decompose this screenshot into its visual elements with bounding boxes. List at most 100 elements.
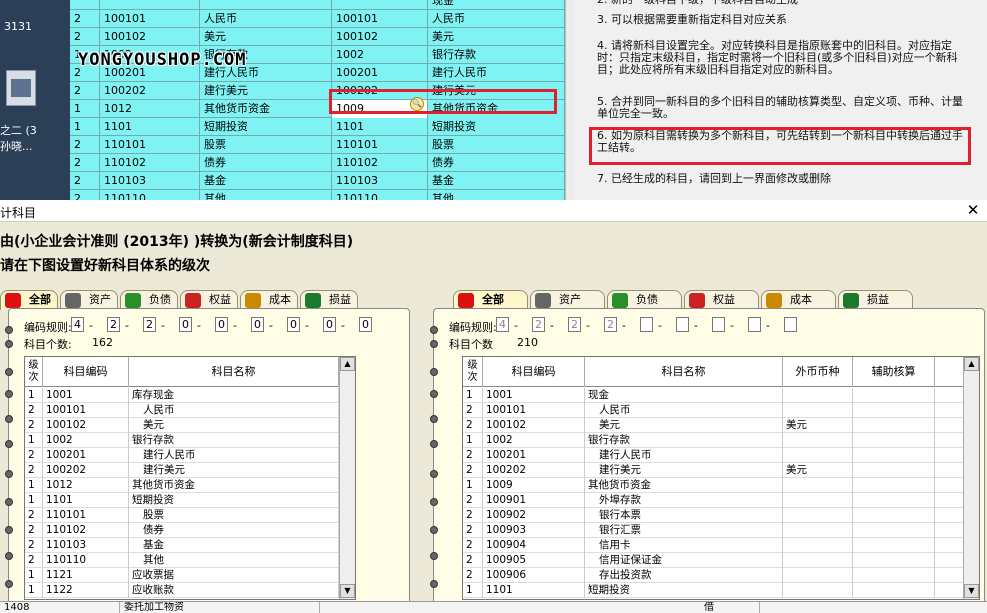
- tab-liabilities[interactable]: 负债: [120, 290, 178, 310]
- code-rule-input[interactable]: 0: [251, 317, 264, 332]
- table-row[interactable]: 2 100202 建行美元: [25, 463, 339, 478]
- table-row[interactable]: 2 100906 存出投资款: [463, 568, 963, 583]
- table-row[interactable]: 1 1122 应收账款: [25, 583, 339, 598]
- table-cell: 100201: [483, 448, 585, 463]
- code-rule-input[interactable]: 2: [568, 317, 581, 332]
- table-row[interactable]: 2 100202 建行美元 美元: [463, 463, 963, 478]
- grid-cell[interactable]: 100201: [332, 64, 428, 82]
- scroll-up-icon[interactable]: ▲: [964, 357, 979, 371]
- column-header[interactable]: 科目名称: [585, 357, 783, 387]
- code-rule-input[interactable]: 2: [107, 317, 120, 332]
- grid-row[interactable]: 2 110103 基金 110103 基金: [70, 172, 565, 190]
- code-rule-input[interactable]: [748, 317, 761, 332]
- tab-all[interactable]: 全部: [0, 290, 58, 310]
- table-row[interactable]: 1 1012 其他货币资金: [25, 478, 339, 493]
- table-row[interactable]: 1 1101 短期投资: [463, 583, 963, 598]
- grid-cell[interactable]: 100101: [332, 10, 428, 28]
- tab-assets[interactable]: 资产: [60, 290, 118, 310]
- table-row[interactable]: 2 100201 建行人民币: [463, 448, 963, 463]
- code-rule-input[interactable]: 0: [359, 317, 372, 332]
- tab-all[interactable]: 全部: [453, 290, 528, 310]
- table-row[interactable]: 1 1001 现金: [463, 388, 963, 403]
- table-row[interactable]: 1 1121 应收票据: [25, 568, 339, 583]
- tab-liabilities[interactable]: 负债: [607, 290, 682, 310]
- code-rule-input[interactable]: 2: [532, 317, 545, 332]
- table-row[interactable]: 2 100904 信用卡: [463, 538, 963, 553]
- code-rule-input[interactable]: 0: [215, 317, 228, 332]
- code-rule-input[interactable]: [676, 317, 689, 332]
- tab-equity[interactable]: 权益: [180, 290, 238, 310]
- column-header[interactable]: 级次: [25, 357, 43, 387]
- code-rule-input[interactable]: 2: [604, 317, 617, 332]
- scroll-down-icon[interactable]: ▼: [340, 584, 355, 598]
- vertical-scrollbar[interactable]: ▲ ▼: [339, 357, 355, 599]
- column-header[interactable]: 外币币种: [783, 357, 853, 387]
- grid-row[interactable]: 2 100202 建行美元 100202 建行美元: [70, 82, 565, 100]
- table-row[interactable]: 2 100905 信用证保证金: [463, 553, 963, 568]
- grid-cell[interactable]: 110110: [332, 190, 428, 200]
- table-row[interactable]: 1 1002 银行存款: [463, 433, 963, 448]
- grid-cell[interactable]: 1002: [332, 46, 428, 64]
- column-header[interactable]: 科目名称: [129, 357, 339, 387]
- column-header[interactable]: 辅助核算: [853, 357, 935, 387]
- tab-cost[interactable]: 成本: [761, 290, 836, 310]
- grid-cell[interactable]: 1101: [332, 118, 428, 136]
- table-row[interactable]: 2 110103 基金: [25, 538, 339, 553]
- grid-cell[interactable]: 100102: [332, 28, 428, 46]
- column-header[interactable]: 科目编码: [43, 357, 129, 387]
- table-row[interactable]: 2 110110 其他: [25, 553, 339, 568]
- grid-cell[interactable]: 110103: [332, 172, 428, 190]
- code-rule-input[interactable]: 0: [287, 317, 300, 332]
- table-row[interactable]: 2 100201 建行人民币: [25, 448, 339, 463]
- vertical-scrollbar[interactable]: ▲ ▼: [963, 357, 979, 599]
- table-row[interactable]: 1 1009 其他货币资金: [463, 478, 963, 493]
- scroll-up-icon[interactable]: ▲: [340, 357, 355, 371]
- dialog-titlebar: 计科目 ✕: [0, 200, 987, 222]
- search-icon[interactable]: 🔍: [410, 97, 424, 111]
- tab-profit-loss[interactable]: 损益: [838, 290, 913, 310]
- grid-row[interactable]: 2 110101 股票 110101 股票: [70, 136, 565, 154]
- table-row[interactable]: 1 1101 短期投资: [25, 493, 339, 508]
- tab-profit-loss[interactable]: 损益: [300, 290, 358, 310]
- tab-cost[interactable]: 成本: [240, 290, 298, 310]
- grid-row[interactable]: 1 1101 短期投资 1101 短期投资: [70, 118, 565, 136]
- code-rule-input[interactable]: 4: [71, 317, 84, 332]
- table-row[interactable]: 2 110101 股票: [25, 508, 339, 523]
- table-row[interactable]: 2 100102 美元 美元: [463, 418, 963, 433]
- code-rule-input[interactable]: 0: [179, 317, 192, 332]
- grid-row[interactable]: 1 1012 其他货币资金 1009 其他货币资金: [70, 100, 565, 118]
- grid-row[interactable]: 2 110110 其他 110110 其他: [70, 190, 565, 200]
- tab-label: 权益: [209, 293, 231, 306]
- table-row[interactable]: 2 100901 外埠存款: [463, 493, 963, 508]
- table-row[interactable]: 1 1002 银行存款: [25, 433, 339, 448]
- table-row[interactable]: 2 100101 人民币: [463, 403, 963, 418]
- code-rule-input[interactable]: [712, 317, 725, 332]
- scrollbar[interactable]: [565, 0, 575, 200]
- tab-assets[interactable]: 资产: [530, 290, 605, 310]
- code-rule-input[interactable]: 0: [323, 317, 336, 332]
- desktop-file-icon[interactable]: [6, 70, 36, 106]
- table-row[interactable]: 2 100903 银行汇票: [463, 523, 963, 538]
- scroll-down-icon[interactable]: ▼: [964, 584, 979, 598]
- grid-cell[interactable]: [332, 0, 428, 10]
- grid-cell[interactable]: 110101: [332, 136, 428, 154]
- table-row[interactable]: 2 100101 人民币: [25, 403, 339, 418]
- grid-cell[interactable]: 110102: [332, 154, 428, 172]
- column-header[interactable]: 级次: [463, 357, 483, 387]
- code-rule-input[interactable]: [640, 317, 653, 332]
- tab-equity[interactable]: 权益: [684, 290, 759, 310]
- code-rule-input[interactable]: 2: [143, 317, 156, 332]
- grid-row[interactable]: 2 100101 人民币 100101 人民币: [70, 10, 565, 28]
- grid-row[interactable]: 现金: [70, 0, 565, 10]
- table-row[interactable]: 2 100902 银行本票: [463, 508, 963, 523]
- close-icon[interactable]: ✕: [965, 201, 981, 219]
- code-rule-input[interactable]: [784, 317, 797, 332]
- code-rule-input[interactable]: 4: [496, 317, 509, 332]
- table-row[interactable]: 2 100102 美元: [25, 418, 339, 433]
- table-row[interactable]: 1 1001 库存现金: [25, 388, 339, 403]
- column-header[interactable]: 科目编码: [483, 357, 585, 387]
- table-row[interactable]: 2 110102 债券: [25, 523, 339, 538]
- table-cell: [783, 508, 853, 523]
- grid-row[interactable]: 2 100102 美元 100102 美元: [70, 28, 565, 46]
- grid-row[interactable]: 2 110102 债券 110102 债券: [70, 154, 565, 172]
